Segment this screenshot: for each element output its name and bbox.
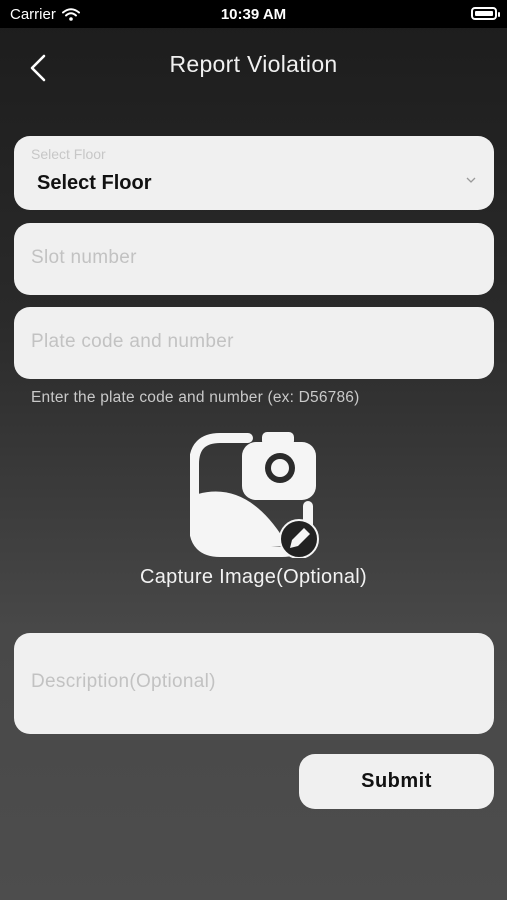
battery-icon: [471, 7, 500, 20]
status-time: 10:39 AM: [220, 6, 287, 23]
description-placeholder: Description(Optional): [31, 671, 216, 692]
plate-hint: Enter the plate code and number (ex: D56…: [31, 389, 360, 406]
floor-select-value: Select Floor: [37, 172, 152, 194]
slot-number-input[interactable]: Slot number: [14, 223, 494, 295]
description-input[interactable]: Description(Optional): [14, 633, 494, 734]
pencil-icon[interactable]: [279, 519, 319, 558]
image-camera-icon[interactable]: [190, 428, 320, 558]
page-title: Report Violation: [169, 51, 338, 77]
plate-number-input[interactable]: Plate code and number: [14, 307, 494, 379]
submit-button[interactable]: Submit: [299, 754, 494, 809]
plate-number-placeholder: Plate code and number: [31, 331, 234, 352]
floor-select[interactable]: Select Floor Select Floor: [14, 136, 494, 210]
capture-image-label[interactable]: Capture Image(Optional): [0, 566, 507, 589]
slot-number-placeholder: Slot number: [31, 247, 137, 268]
chevron-down-icon: [466, 177, 476, 183]
floor-select-label: Select Floor: [31, 146, 106, 162]
header: Report Violation: [0, 28, 507, 104]
status-bar: Carrier 10:39 AM: [0, 0, 507, 28]
